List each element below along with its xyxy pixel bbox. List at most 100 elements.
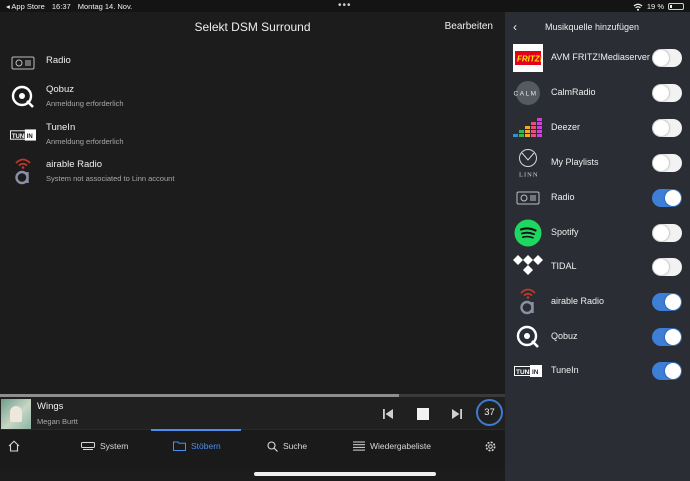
tab-label: Wiedergabeliste [370, 441, 431, 451]
wifi-icon [633, 3, 643, 11]
source-toggle[interactable] [652, 119, 682, 137]
panel-title: Musikquelle hinzufügen [545, 22, 640, 32]
playlist-icon [353, 441, 365, 451]
active-tab-indicator [151, 429, 241, 431]
source-label: TIDAL [551, 261, 577, 271]
source-item-qobuz[interactable]: Qobuz Anmeldung erforderlich [10, 82, 490, 116]
back-button[interactable]: ‹ [513, 20, 517, 34]
status-date: Montag 14. Nov. [77, 2, 133, 11]
source-toggle[interactable] [652, 49, 682, 67]
source-label: CalmRadio [551, 87, 596, 97]
source-label: airable Radio [551, 296, 605, 306]
source-label: Deezer [551, 122, 581, 132]
tab-label: System [100, 441, 129, 451]
source-row-tidal: TIDAL [505, 250, 690, 284]
source-toggle[interactable] [652, 154, 682, 172]
tab-search[interactable]: Suche [267, 439, 307, 453]
page-title: Selekt DSM Surround [194, 20, 311, 34]
home-icon [8, 440, 20, 452]
previous-icon [383, 409, 393, 419]
source-name: Qobuz [46, 84, 74, 95]
battery-percent: 19 % [646, 2, 664, 11]
tab-label: Stöbern [191, 441, 221, 451]
svg-text:IN: IN [532, 369, 539, 376]
previous-track-button[interactable] [381, 407, 395, 421]
back-to-app-link[interactable]: ◂ App Store [6, 2, 45, 11]
source-row-my-playlists: LINN My Playlists [505, 146, 690, 180]
source-name: TuneIn [46, 122, 76, 133]
source-toggle[interactable] [652, 189, 682, 207]
multitasking-dots-icon[interactable]: ••• [338, 0, 352, 11]
qobuz-icon [513, 323, 543, 351]
source-row-calmradio: CALM CalmRadio [505, 76, 690, 110]
source-toggle[interactable] [652, 328, 682, 346]
track-artist: Megan Burtt [37, 417, 78, 426]
next-icon [452, 409, 462, 419]
spotify-icon [513, 219, 543, 247]
source-label: Radio [551, 192, 575, 202]
tab-playlist[interactable]: Wiedergabeliste [353, 439, 431, 453]
source-item-tunein[interactable]: TUNE IN TuneIn Anmeldung erforderlich [10, 120, 490, 154]
source-label: TuneIn [551, 365, 579, 375]
add-music-source-panel: ‹ Musikquelle hinzufügen FRITZ! AVM FRIT… [505, 12, 690, 481]
volume-knob[interactable]: 37 [476, 399, 503, 426]
tunein-icon: TUNE IN [10, 120, 36, 150]
battery-icon [668, 3, 684, 10]
deezer-icon [513, 114, 543, 142]
tidal-icon [513, 253, 543, 281]
source-name: airable Radio [46, 159, 102, 170]
source-label: My Playlists [551, 157, 599, 167]
source-toggle[interactable] [652, 258, 682, 276]
tab-system[interactable]: System [81, 439, 128, 453]
svg-text:TUNE: TUNE [12, 134, 28, 140]
next-track-button[interactable] [450, 407, 464, 421]
source-name: Radio [46, 55, 71, 66]
radio-icon [513, 184, 543, 212]
calm-icon: CALM [513, 79, 543, 107]
svg-text:LINN: LINN [519, 172, 539, 179]
status-time: 16:37 [51, 2, 71, 11]
airable-icon [10, 157, 36, 187]
svg-text:FRITZ!: FRITZ! [517, 55, 543, 64]
source-row-fritz: FRITZ! AVM FRITZ!Mediaserver [505, 41, 690, 75]
album-cover[interactable] [1, 399, 31, 429]
source-toggle[interactable] [652, 224, 682, 242]
source-row-airable: airable Radio [505, 285, 690, 319]
radio-icon [10, 48, 36, 78]
source-item-airable[interactable]: airable Radio System not associated to L… [10, 157, 490, 191]
stop-button[interactable] [416, 407, 430, 421]
source-toggle[interactable] [652, 362, 682, 380]
gear-icon [485, 441, 496, 451]
source-subtitle: System not associated to Linn account [46, 174, 175, 183]
search-icon [267, 440, 278, 452]
tunein-icon: TUNE IN [513, 357, 543, 385]
source-item-radio[interactable]: Radio [10, 48, 490, 82]
source-row-deezer: Deezer [505, 111, 690, 145]
qobuz-icon [10, 82, 36, 112]
home-indicator[interactable] [254, 472, 436, 476]
linn-icon: LINN [513, 149, 543, 179]
tab-browse[interactable]: Stöbern [173, 439, 221, 453]
stop-icon [417, 408, 429, 420]
edit-button[interactable]: Bearbeiten [445, 21, 493, 32]
svg-text:IN: IN [27, 134, 33, 140]
source-toggle[interactable] [652, 293, 682, 311]
tab-home[interactable] [8, 439, 20, 453]
source-subtitle: Anmeldung erforderlich [46, 137, 124, 146]
source-label: Spotify [551, 227, 579, 237]
airable-icon [513, 288, 543, 316]
source-row-radio: Radio [505, 181, 690, 215]
tab-bar: System Stöbern Suche Wiedergabeliste [0, 429, 505, 469]
status-bar: ◂ App Store 16:37 Montag 14. Nov. ••• 19… [0, 0, 690, 12]
source-row-spotify: Spotify [505, 216, 690, 250]
fritz-icon: FRITZ! [513, 44, 543, 72]
settings-button[interactable] [484, 439, 497, 453]
source-label: Qobuz [551, 331, 578, 341]
source-toggle[interactable] [652, 84, 682, 102]
tab-label: Suche [283, 441, 308, 451]
browse-icon [173, 441, 186, 451]
track-title: Wings [37, 401, 64, 412]
source-label: AVM FRITZ!Mediaserver [551, 52, 650, 62]
source-row-qobuz: Qobuz [505, 320, 690, 354]
source-subtitle: Anmeldung erforderlich [46, 99, 124, 108]
